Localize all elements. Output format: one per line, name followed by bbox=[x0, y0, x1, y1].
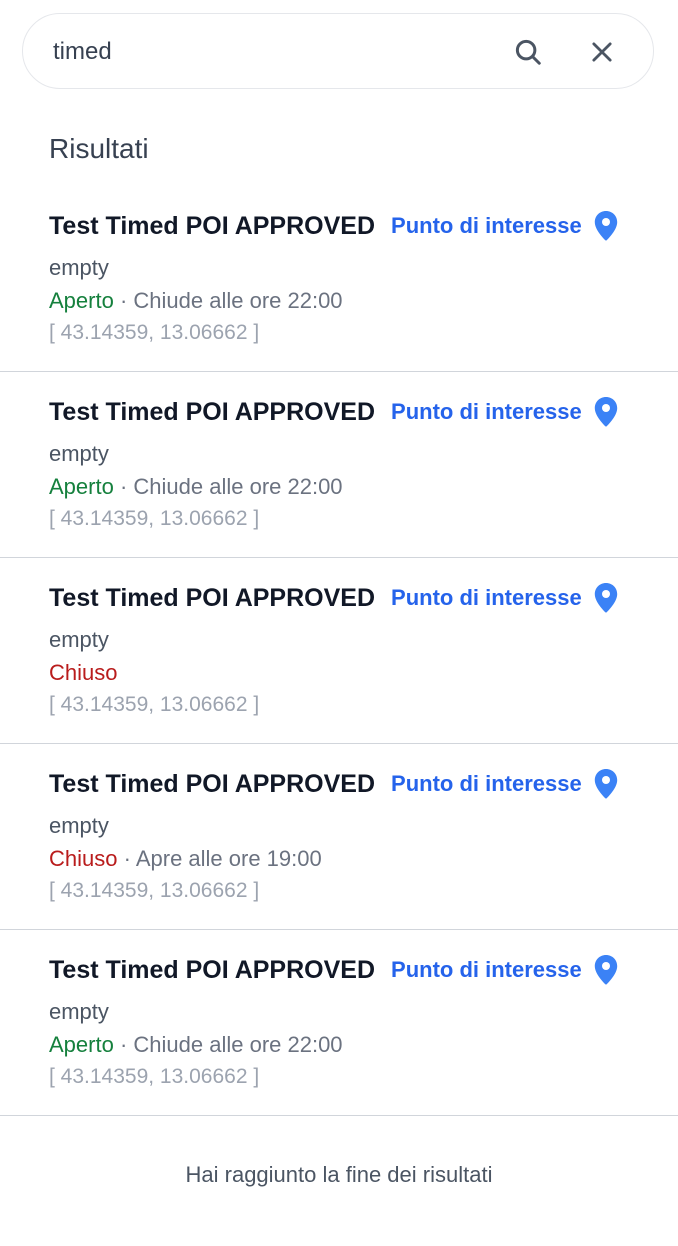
status-badge: Chiuso bbox=[49, 660, 118, 685]
poi-description: empty bbox=[49, 255, 109, 280]
poi-opening-status: Aperto · Chiude alle ore 22:00 bbox=[49, 1032, 343, 1058]
poi-description: empty bbox=[49, 441, 109, 466]
status-badge: Aperto bbox=[49, 1032, 114, 1057]
opening-hours: Chiude alle ore 22:00 bbox=[133, 1032, 343, 1057]
opening-hours: Apre alle ore 19:00 bbox=[135, 846, 322, 871]
result-title-row: Test Timed POI APPROVED Punto di interes… bbox=[49, 583, 618, 613]
result-title-row: Test Timed POI APPROVED Punto di interes… bbox=[49, 769, 618, 799]
poi-description: empty bbox=[49, 627, 109, 652]
result-item[interactable]: Test Timed POI APPROVED Punto di interes… bbox=[0, 558, 678, 744]
search-bar bbox=[22, 13, 654, 90]
poi-type-label: Punto di interesse bbox=[391, 399, 582, 424]
map-pin-icon[interactable] bbox=[594, 955, 618, 985]
status-badge: Aperto bbox=[49, 474, 114, 499]
poi-type-label: Punto di interesse bbox=[391, 585, 582, 610]
status-badge: Aperto bbox=[49, 288, 114, 313]
poi-coordinates: [ 43.14359, 13.06662 ] bbox=[49, 507, 260, 530]
map-pin-icon[interactable] bbox=[594, 211, 618, 241]
poi-opening-status: Aperto · Chiude alle ore 22:00 bbox=[49, 288, 343, 314]
map-pin-icon[interactable] bbox=[594, 769, 618, 799]
end-of-results-message: Hai raggiunto la fine dei risultati bbox=[185, 1162, 493, 1187]
poi-coordinates: [ 43.14359, 13.06662 ] bbox=[49, 1065, 260, 1088]
poi-opening-status: Chiuso · Apre alle ore 19:00 bbox=[49, 846, 322, 872]
map-pin-icon[interactable] bbox=[594, 397, 618, 427]
poi-opening-status: Aperto · Chiude alle ore 22:00 bbox=[49, 474, 343, 500]
status-separator: · bbox=[113, 474, 134, 499]
status-separator: · bbox=[113, 288, 134, 313]
poi-coordinates: [ 43.14359, 13.06662 ] bbox=[49, 879, 260, 902]
map-pin-icon[interactable] bbox=[594, 583, 618, 613]
poi-coordinates: [ 43.14359, 13.06662 ] bbox=[49, 321, 260, 344]
opening-hours: Chiude alle ore 22:00 bbox=[133, 288, 343, 313]
result-item[interactable]: Test Timed POI APPROVED Punto di interes… bbox=[0, 744, 678, 930]
poi-opening-status: Chiuso bbox=[49, 660, 117, 686]
result-title-row: Test Timed POI APPROVED Punto di interes… bbox=[49, 955, 618, 985]
poi-name: Test Timed POI APPROVED bbox=[49, 769, 376, 798]
result-item[interactable]: Test Timed POI APPROVED Punto di interes… bbox=[0, 930, 678, 1116]
results-list: Test Timed POI APPROVED Punto di interes… bbox=[0, 186, 678, 1116]
status-badge: Chiuso bbox=[49, 846, 118, 871]
poi-description: empty bbox=[49, 813, 109, 838]
opening-hours: Chiude alle ore 22:00 bbox=[133, 474, 343, 499]
results-heading: Risultati bbox=[49, 133, 149, 164]
close-icon[interactable] bbox=[583, 33, 621, 71]
poi-name: Test Timed POI APPROVED bbox=[49, 211, 376, 240]
search-icon[interactable] bbox=[509, 33, 547, 71]
poi-name: Test Timed POI APPROVED bbox=[49, 397, 376, 426]
status-separator: · bbox=[113, 1032, 134, 1057]
poi-coordinates: [ 43.14359, 13.06662 ] bbox=[49, 693, 260, 716]
result-title-row: Test Timed POI APPROVED Punto di interes… bbox=[49, 397, 618, 427]
poi-type-label: Punto di interesse bbox=[391, 957, 582, 982]
poi-type-label: Punto di interesse bbox=[391, 213, 582, 238]
result-item[interactable]: Test Timed POI APPROVED Punto di interes… bbox=[0, 372, 678, 558]
search-input[interactable] bbox=[53, 14, 493, 90]
result-item[interactable]: Test Timed POI APPROVED Punto di interes… bbox=[0, 186, 678, 372]
poi-name: Test Timed POI APPROVED bbox=[49, 583, 376, 612]
status-separator: · bbox=[117, 846, 136, 871]
poi-type-label: Punto di interesse bbox=[391, 771, 582, 796]
poi-description: empty bbox=[49, 999, 109, 1024]
result-title-row: Test Timed POI APPROVED Punto di interes… bbox=[49, 211, 618, 241]
poi-name: Test Timed POI APPROVED bbox=[49, 955, 376, 984]
